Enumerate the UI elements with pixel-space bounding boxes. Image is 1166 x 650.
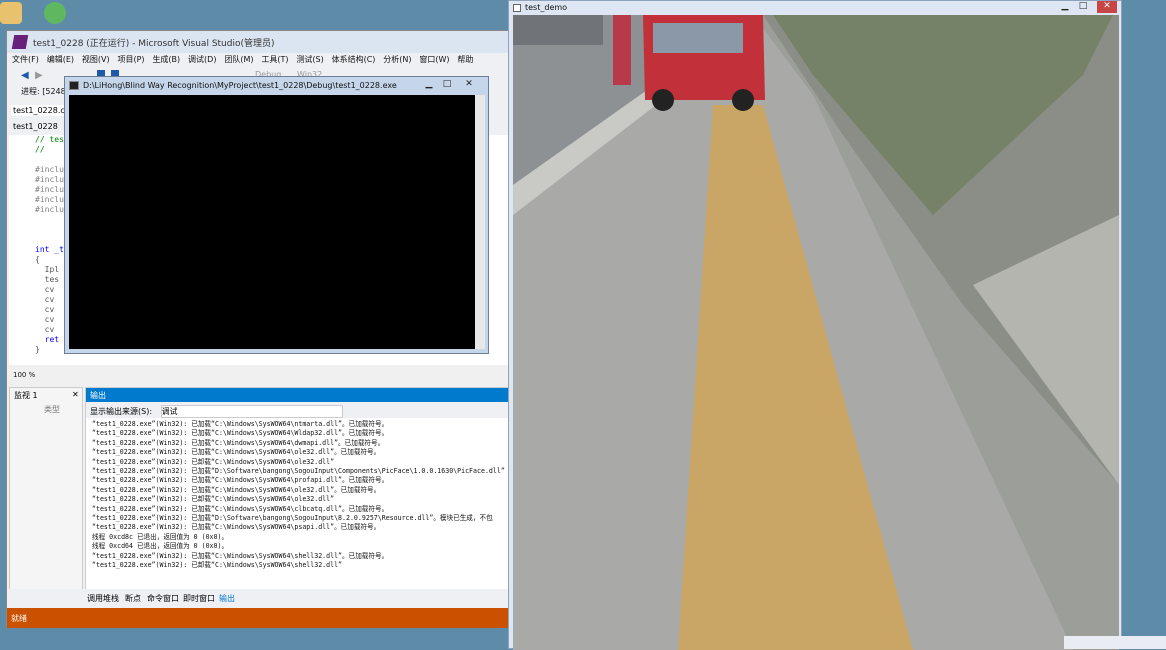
output-line: 线程 0xcd64 已退出，返回值为 0 (0x0)。 (92, 542, 229, 551)
desktop-icon[interactable] (0, 2, 22, 24)
menu-window[interactable]: 窗口(W) (419, 53, 449, 67)
code-line: cv (35, 285, 55, 294)
vs-logo-icon (11, 35, 29, 49)
menu-debug[interactable]: 调试(D) (188, 53, 216, 67)
menu-edit[interactable]: 编辑(E) (47, 53, 74, 67)
tab-solution[interactable]: test1_0228 (11, 121, 60, 132)
process-label: 进程: (21, 87, 40, 96)
output-line: “test1_0228.exe”(Win32): 已加载“C:\Windows\… (92, 420, 389, 428)
console-window: D:\LiHong\Blind Way Recognition\MyProjec… (64, 76, 489, 354)
sidewalk-photo (513, 15, 1119, 650)
vs-menu-bar: 文件(F) 编辑(E) 视图(V) 项目(P) 生成(B) 调试(D) 团队(M… (7, 53, 513, 69)
watch-column-type: 类型 (44, 405, 60, 414)
console-output[interactable] (69, 95, 475, 349)
close-icon[interactable]: ✕ (461, 79, 477, 91)
minimize-icon[interactable]: ▁ (1057, 1, 1073, 13)
output-source-label: 显示输出来源(S): (90, 407, 153, 416)
close-icon[interactable]: ✕ (1097, 1, 1117, 13)
back-icon[interactable]: ◀ (21, 70, 29, 81)
tab-call-stack[interactable]: 调用堆栈 (87, 593, 119, 604)
output-line: “test1_0228.exe”(Win32): 已卸载“C:\Windows\… (92, 561, 343, 570)
code-line: ret (35, 335, 60, 344)
menu-analyze[interactable]: 分析(N) (383, 53, 411, 67)
output-line: 线程 0xcd8c 已退出，返回值为 0 (0x0)。 (92, 532, 229, 541)
desktop-icon[interactable] (44, 2, 66, 24)
console-scrollbar[interactable] (475, 95, 485, 349)
output-text[interactable]: “test1_0228.exe”(Win32): 已加载“C:\Windows\… (92, 420, 512, 570)
output-source-row: 显示输出来源(S): 调试 (86, 402, 512, 418)
tab-command-window[interactable]: 命令窗口 (147, 593, 179, 604)
vs-title: test1_0228 (正在运行) - Microsoft Visual Stu… (7, 31, 513, 53)
output-line: “test1_0228.exe”(Win32): 已加载“C:\Windows\… (92, 429, 389, 438)
system-tray[interactable] (1064, 636, 1166, 649)
watch-title[interactable]: 监视 1 (14, 390, 38, 401)
output-title: 输出 (86, 388, 512, 402)
output-line: “test1_0228.exe”(Win32): 已加载“C:\Windows\… (92, 476, 389, 485)
code-line: } (35, 345, 40, 354)
output-line: “test1_0228.exe”(Win32): 已卸载“C:\Windows\… (92, 457, 335, 466)
bottom-tabs: 调用堆栈 断点 命令窗口 即时窗口 输出 (7, 589, 513, 607)
output-line: “test1_0228.exe”(Win32): 已加载“C:\Windows\… (92, 523, 381, 532)
menu-tools[interactable]: 工具(T) (261, 53, 288, 67)
output-panel: 输出 显示输出来源(S): 调试 “test1_0228.exe”(Win32)… (85, 387, 513, 618)
watch-panel: 监视 1 ✕ 类型 (9, 387, 83, 603)
menu-test[interactable]: 测试(S) (296, 53, 323, 67)
maximize-icon[interactable]: □ (1075, 1, 1091, 13)
sidewalk-photo-drawing (513, 15, 1119, 650)
menu-architecture[interactable]: 体系结构(C) (332, 53, 376, 67)
output-source-select[interactable]: 调试 (160, 405, 343, 418)
image-window-title: test_demo (525, 3, 568, 12)
menu-build[interactable]: 生成(B) (152, 53, 180, 67)
menu-file[interactable]: 文件(F) (12, 53, 39, 67)
forward-icon[interactable]: ▶ (35, 70, 43, 81)
code-line: tes (35, 275, 60, 284)
code-line: cv (35, 295, 55, 304)
output-line: “test1_0228.exe”(Win32): 已加载“C:\Windows\… (92, 504, 389, 513)
output-line: “test1_0228.exe”(Win32): 已加载“C:\Windows\… (92, 551, 389, 560)
maximize-icon[interactable]: □ (439, 79, 455, 91)
code-line: // (35, 145, 45, 154)
output-line: “test1_0228.exe”(Win32): 已卸载“C:\Windows\… (92, 495, 335, 504)
tab-breakpoints[interactable]: 断点 (125, 593, 141, 604)
code-line: { (35, 255, 40, 264)
output-line: “test1_0228.exe”(Win32): 已加载“C:\Windows\… (92, 438, 385, 447)
menu-project[interactable]: 项目(P) (117, 53, 144, 67)
tab-output[interactable]: 输出 (219, 593, 235, 604)
code-line: cv (35, 315, 55, 324)
image-window: test_demo ▁ □ ✕ (508, 0, 1122, 650)
code-line: cv (35, 325, 55, 334)
close-icon[interactable]: ✕ (72, 390, 79, 399)
output-line: “test1_0228.exe”(Win32): 已加载“C:\Windows\… (92, 448, 381, 457)
output-line: “test1_0228.exe”(Win32): 已加载“C:\Windows\… (92, 485, 381, 494)
tab-immediate-window[interactable]: 即时窗口 (183, 593, 215, 604)
code-line: Ipl (35, 265, 60, 274)
menu-view[interactable]: 视图(V) (82, 53, 110, 67)
menu-team[interactable]: 团队(M) (224, 53, 253, 67)
menu-help[interactable]: 帮助 (457, 53, 473, 67)
status-bar: 就绪 (7, 608, 513, 628)
minimize-icon[interactable]: ▁ (421, 79, 437, 91)
zoom-level[interactable]: 100 % (9, 371, 513, 383)
code-line: cv (35, 305, 55, 314)
